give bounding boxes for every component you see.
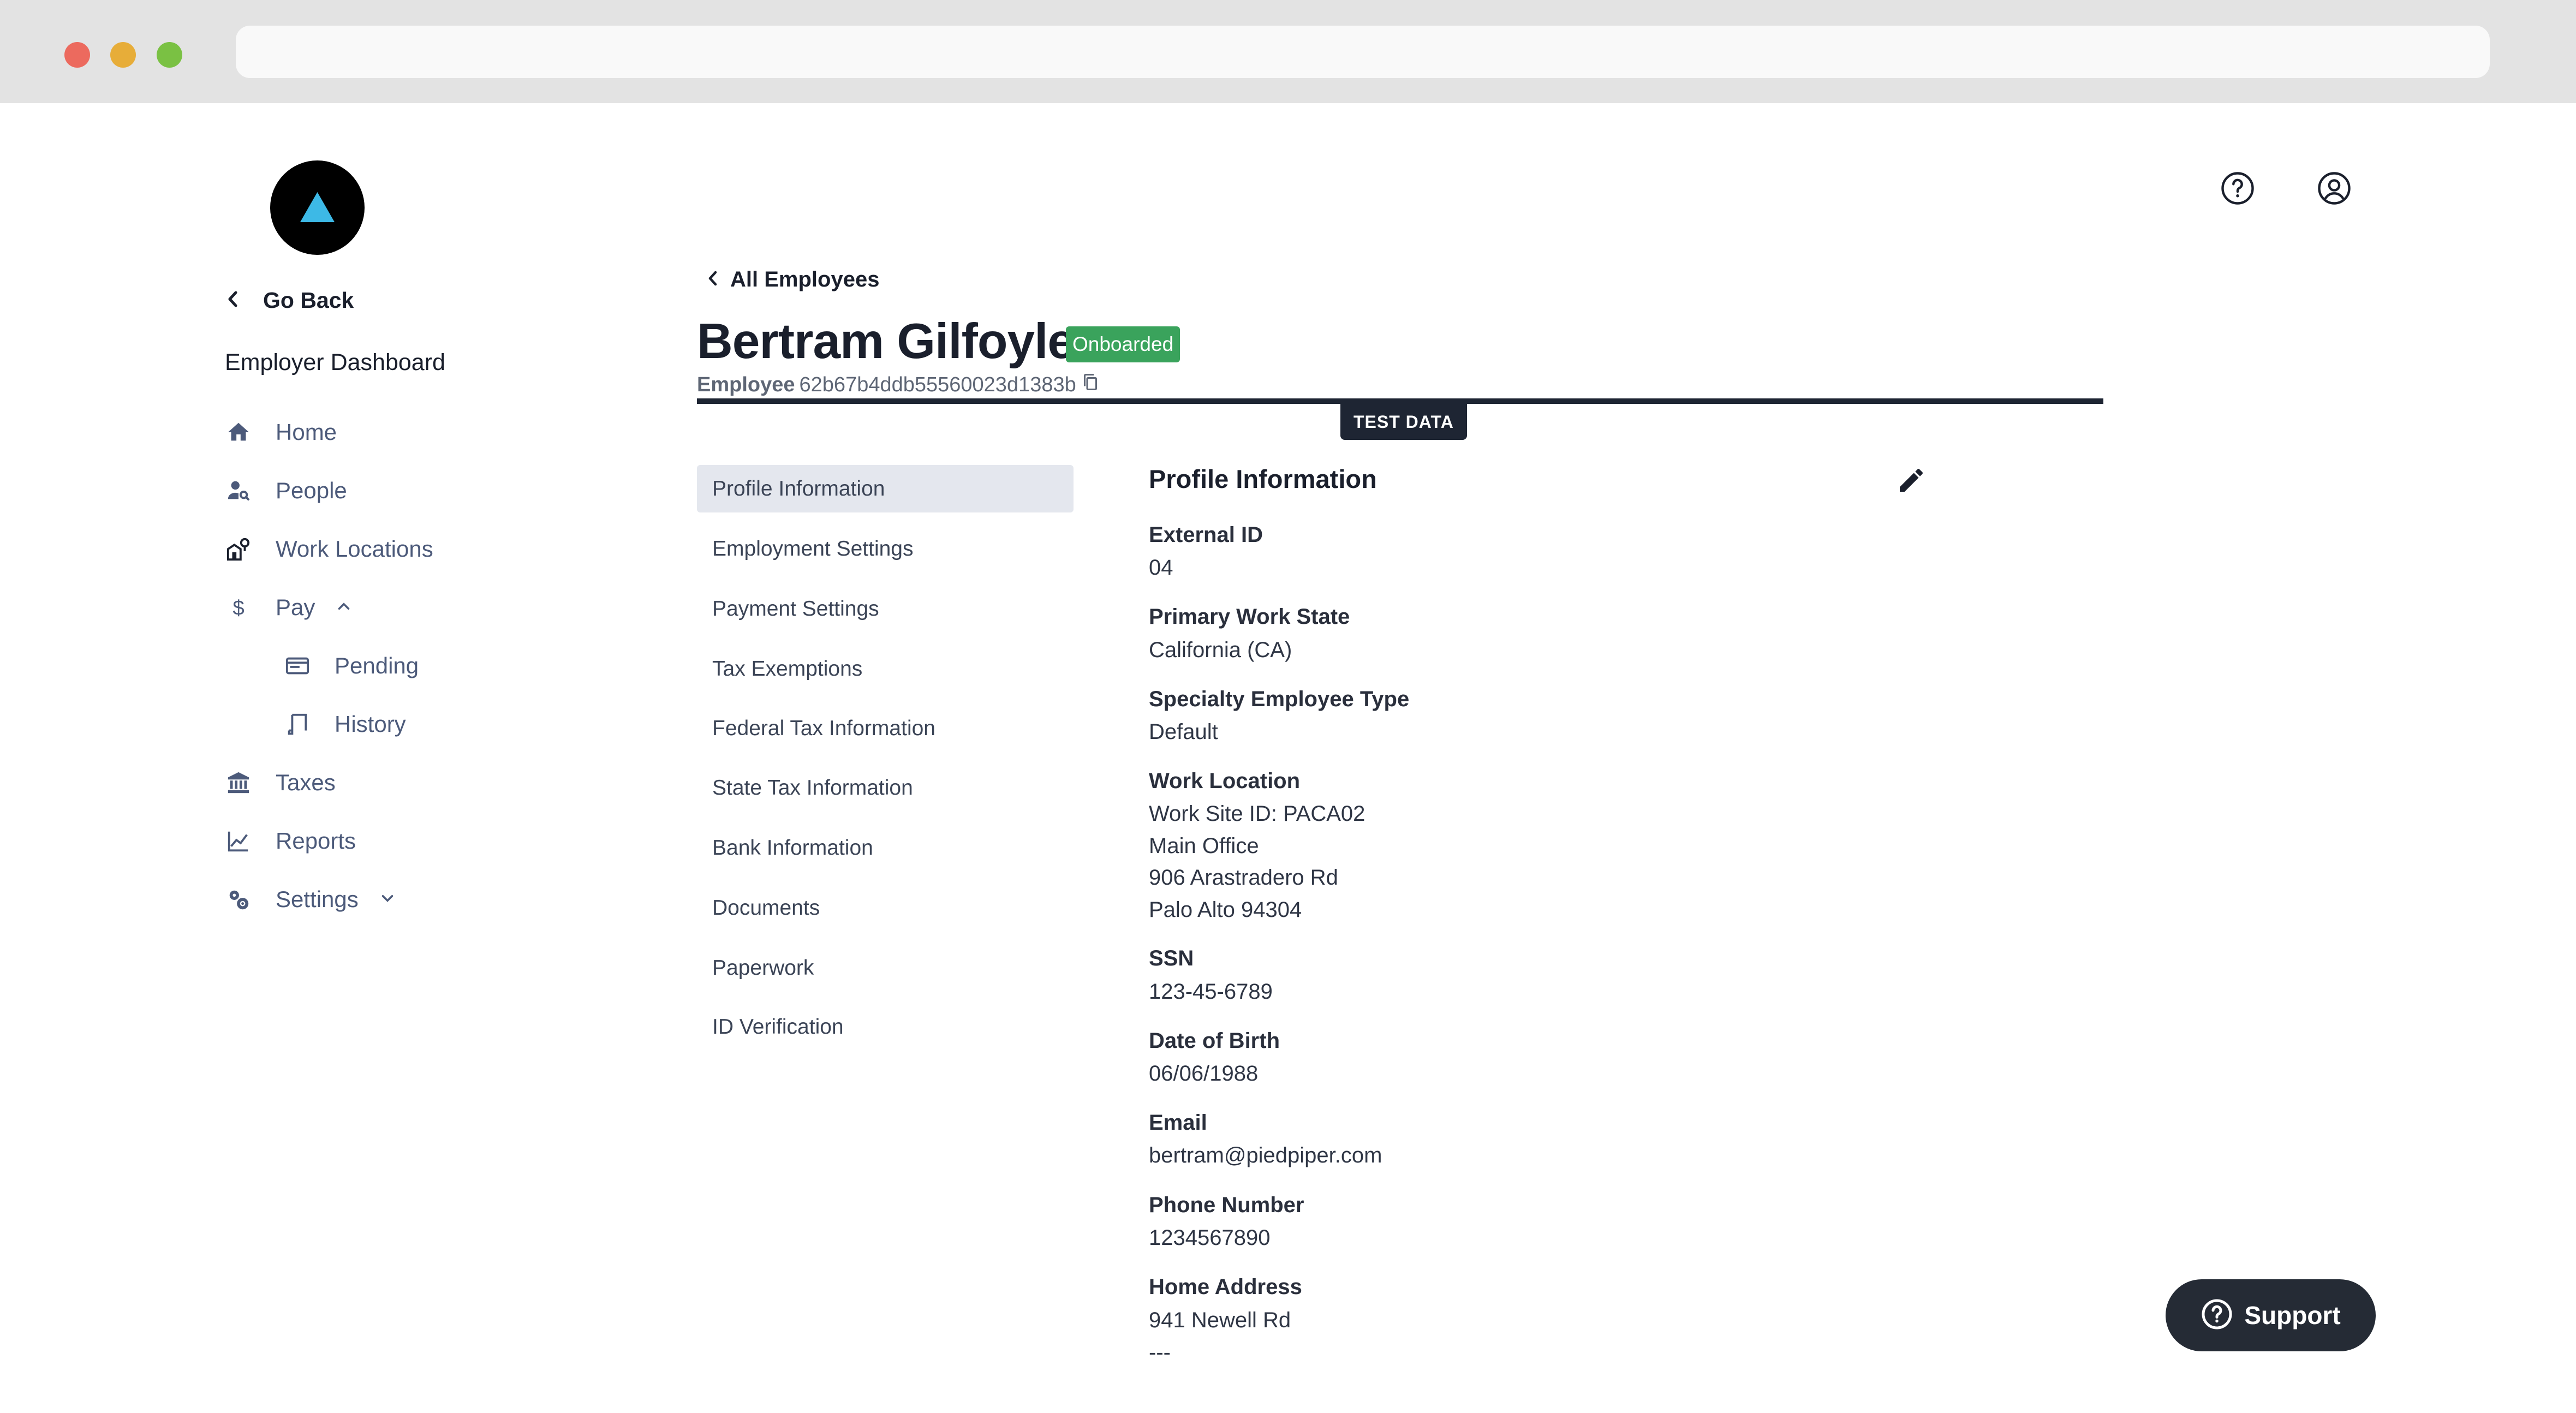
home-icon (225, 419, 252, 446)
go-back-button[interactable]: Go Back (225, 284, 354, 317)
field-label-primary-work-state: Primary Work State (1149, 605, 1350, 629)
tab-profile-information[interactable]: Profile Information (697, 465, 1074, 512)
support-button[interactable]: Support (2166, 1279, 2376, 1351)
sidebar-item-pay[interactable]: $ Pay (225, 588, 353, 627)
tab-id-verification[interactable]: ID Verification (697, 1003, 1074, 1051)
chevron-left-icon (705, 269, 720, 291)
sidebar-item-label: Home (276, 419, 337, 445)
field-label-date-of-birth: Date of Birth (1149, 1029, 1280, 1053)
account-circle-icon[interactable] (2316, 170, 2352, 206)
tab-label: Payment Settings (712, 597, 879, 621)
support-label: Support (2244, 1301, 2341, 1329)
sidebar-item-label: Reports (276, 828, 356, 854)
field-value-ssn: 123-45-6789 (1149, 980, 1273, 1004)
field-value-date-of-birth: 06/06/1988 (1149, 1062, 1259, 1086)
status-badge: Onboarded (1066, 326, 1180, 362)
sidebar-item-people[interactable]: People (225, 472, 347, 510)
pencil-icon (1896, 469, 1927, 498)
panel-title: Profile Information (1149, 464, 1377, 493)
tab-label: Federal Tax Information (712, 716, 935, 740)
sidebar-item-label: Taxes (276, 770, 336, 795)
chevron-down-icon[interactable] (378, 889, 397, 910)
field-label-work-location: Work Location (1149, 769, 1301, 793)
sidebar-item-taxes[interactable]: Taxes (225, 764, 336, 802)
tab-employment-settings[interactable]: Employment Settings (697, 525, 1074, 573)
tab-label: Bank Information (712, 836, 873, 860)
tab-label: Profile Information (712, 476, 885, 500)
dollar-icon: $ (225, 594, 252, 621)
sidebar-item-pending[interactable]: Pending (284, 647, 419, 685)
sidebar-item-label: History (335, 711, 406, 737)
field-label-email: Email (1149, 1111, 1207, 1135)
header-divider (697, 398, 2103, 404)
chevron-left-icon (225, 288, 241, 313)
address-bar[interactable] (236, 26, 2490, 78)
sidebar-item-settings[interactable]: Settings (225, 880, 397, 919)
logo[interactable] (270, 160, 365, 255)
triangle-logo-icon (300, 192, 335, 222)
sidebar-item-reports[interactable]: Reports (225, 822, 356, 860)
field-value-phone-number: 1234567890 (1149, 1226, 1271, 1250)
location-building-icon (225, 535, 252, 563)
field-value-primary-work-state: California (CA) (1149, 638, 1292, 662)
tab-label: State Tax Information (712, 776, 913, 800)
breadcrumb[interactable]: All Employees (705, 263, 879, 296)
tab-paperwork[interactable]: Paperwork (697, 944, 1074, 992)
tab-documents[interactable]: Documents (697, 884, 1074, 932)
svg-text:$: $ (232, 596, 244, 619)
tab-label: ID Verification (712, 1015, 844, 1039)
tab-label: Employment Settings (712, 536, 914, 561)
gears-icon (225, 886, 252, 913)
person-search-icon (225, 477, 252, 504)
tab-label: Documents (712, 896, 820, 920)
field-value-external-id: 04 (1149, 556, 1173, 580)
field-label-ssn: SSN (1149, 946, 1194, 970)
chevron-up-icon[interactable] (335, 597, 353, 618)
copy-icon[interactable] (1081, 371, 1100, 398)
sidebar-item-history[interactable]: History (284, 705, 406, 743)
page-title: Bertram Gilfoyle (697, 314, 1075, 369)
sidebar-item-label: Pay (276, 594, 315, 620)
field-value-work-location: Work Site ID: PACA02 Main Office 906 Ara… (1149, 802, 1365, 922)
sidebar-title: Employer Dashboard (225, 349, 445, 375)
bank-icon (225, 769, 252, 796)
go-back-label: Go Back (263, 287, 354, 313)
sidebar-item-label: Work Locations (276, 536, 433, 562)
sidebar-item-label: Pending (335, 653, 419, 678)
sidebar-item-label: People (276, 478, 347, 503)
field-label-home-address: Home Address (1149, 1275, 1302, 1299)
sidebar-item-label: Settings (276, 886, 359, 912)
breadcrumb-label: All Employees (730, 267, 880, 291)
employee-id-line: Employee 62b67b4ddb55560023d1383b (697, 370, 1100, 400)
tab-bank-information[interactable]: Bank Information (697, 824, 1074, 872)
field-value-email: bertram@piedpiper.com (1149, 1143, 1382, 1167)
field-label-external-id: External ID (1149, 523, 1263, 547)
tab-tax-exemptions[interactable]: Tax Exemptions (697, 645, 1074, 693)
window-close-button[interactable] (64, 42, 90, 68)
test-data-tag: TEST DATA (1340, 404, 1467, 440)
browser-chrome (0, 0, 2576, 103)
field-value-specialty-employee-type: Default (1149, 720, 1218, 744)
tab-payment-settings[interactable]: Payment Settings (697, 585, 1074, 633)
tab-label: Tax Exemptions (712, 657, 863, 681)
field-value-home-address: 941 Newell Rd --- (1149, 1308, 1291, 1364)
help-circle-icon[interactable] (2220, 170, 2256, 206)
sidebar-item-work-locations[interactable]: Work Locations (225, 530, 433, 568)
window-maximize-button[interactable] (157, 42, 182, 68)
employee-id: 62b67b4ddb55560023d1383b (799, 373, 1076, 396)
sidebar-item-home[interactable]: Home (225, 413, 337, 451)
tab-federal-tax-information[interactable]: Federal Tax Information (697, 705, 1074, 752)
help-circle-icon (2201, 1298, 2233, 1333)
edit-button[interactable] (1896, 465, 1927, 496)
employee-role: Employee (697, 373, 795, 396)
payment-card-icon (284, 652, 311, 679)
tab-state-tax-information[interactable]: State Tax Information (697, 764, 1074, 812)
tab-label: Paperwork (712, 956, 814, 980)
field-label-phone-number: Phone Number (1149, 1193, 1304, 1217)
field-label-specialty-employee-type: Specialty Employee Type (1149, 687, 1410, 711)
window-minimize-button[interactable] (110, 42, 136, 68)
receipt-icon (284, 711, 311, 738)
line-chart-icon (225, 827, 252, 855)
